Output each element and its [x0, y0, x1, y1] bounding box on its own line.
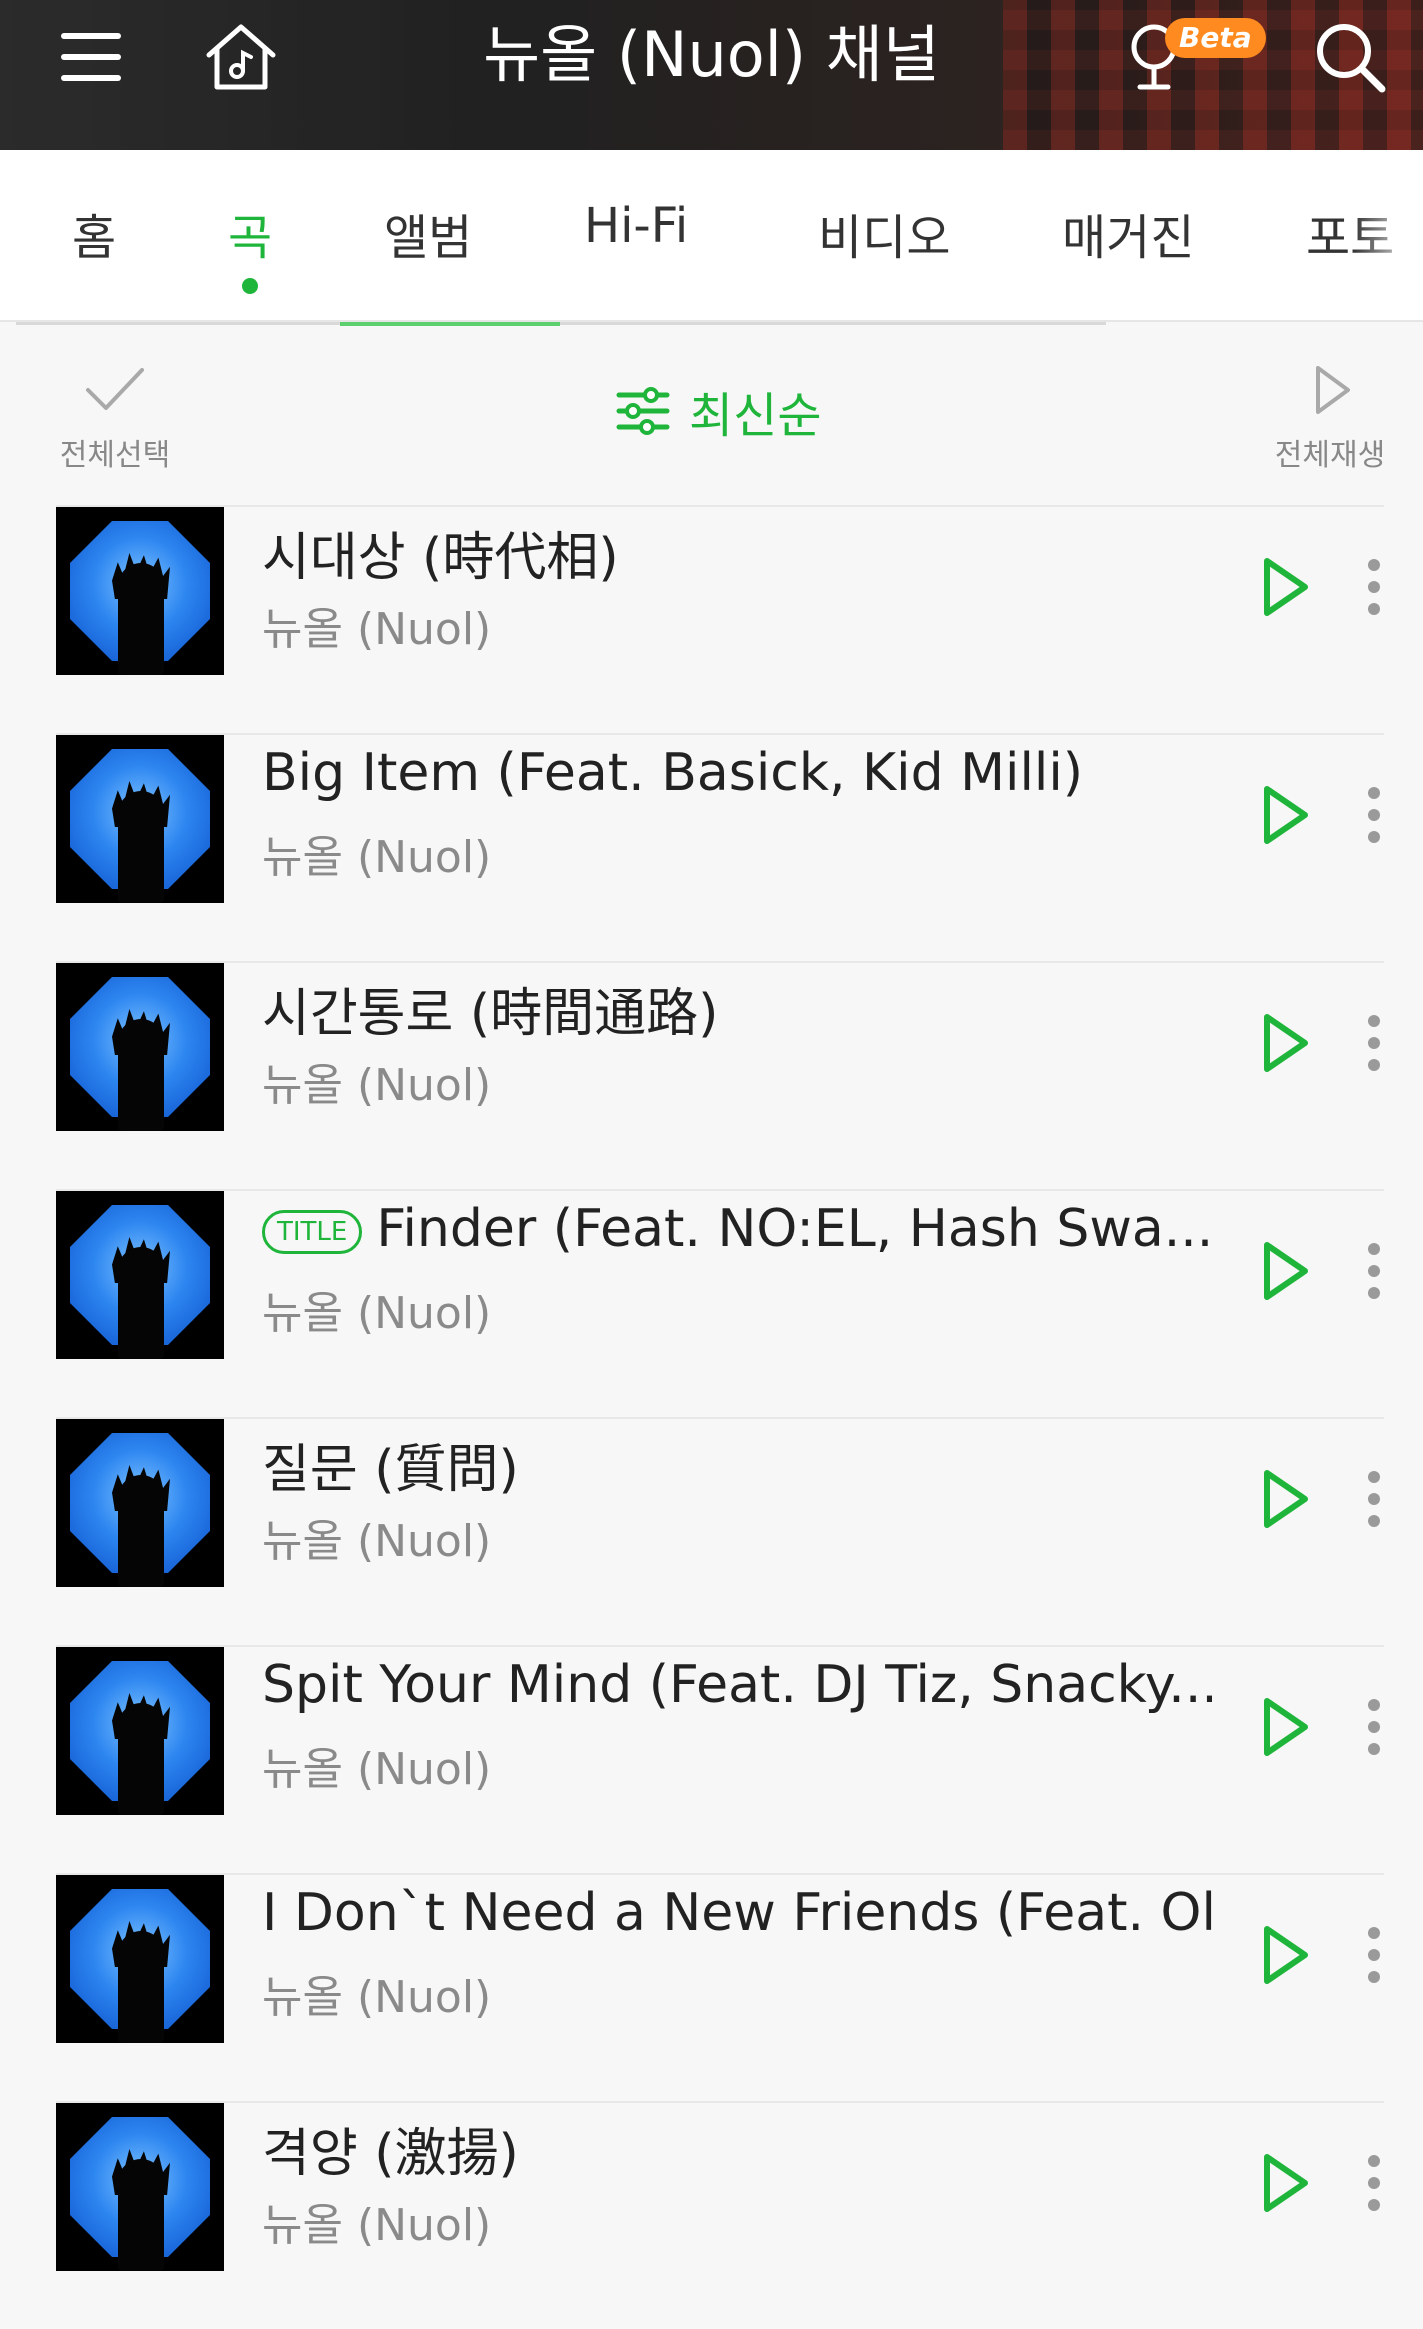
song-artist[interactable]: 뉴올 (Nuol)	[262, 1733, 491, 1797]
song-title[interactable]: Big Item (Feat. Basick, Kid Milli)	[262, 743, 1212, 803]
play-outline-icon	[1316, 366, 1350, 414]
song-row-6[interactable]: Spit Your Mind (Feat. DJ Tiz, Snacky... …	[0, 1645, 1423, 1873]
tab-albums[interactable]: 앨범	[384, 198, 472, 268]
checkmark-icon	[86, 368, 144, 410]
sort-button[interactable]: 최신순	[615, 376, 821, 446]
more-options-icon[interactable]	[1364, 1697, 1384, 1757]
row-divider	[56, 505, 1384, 507]
row-divider	[56, 1189, 1384, 1191]
more-options-icon[interactable]	[1364, 2153, 1384, 2213]
play-all-label: 전체재생	[1274, 438, 1386, 473]
song-title[interactable]: 시대상 (時代相)	[262, 515, 1212, 590]
song-row-1[interactable]: 시대상 (時代相) 뉴올 (Nuol)	[0, 505, 1423, 733]
tab-videos[interactable]: 비디오	[818, 198, 950, 268]
song-title-text: Spit Your Mind (Feat. DJ Tiz, Snacky...	[262, 1655, 1212, 1715]
search-icon	[1317, 24, 1386, 93]
tab-songs[interactable]: 곡	[228, 198, 272, 268]
album-art[interactable]	[56, 1647, 224, 1815]
album-art[interactable]	[56, 1419, 224, 1587]
song-title[interactable]: 격양 (激揚)	[262, 2111, 1212, 2186]
more-options-icon[interactable]	[1364, 1925, 1384, 1985]
song-artist[interactable]: 뉴올 (Nuol)	[262, 1049, 491, 1113]
play-icon[interactable]	[1255, 1237, 1315, 1305]
album-art[interactable]	[56, 735, 224, 903]
tab-magazine[interactable]: 매거진	[1062, 198, 1194, 268]
song-title[interactable]: TITLE Finder (Feat. NO:EL, Hash Swa...	[262, 1199, 1212, 1259]
list-toolbar: 전체선택 최신순 전체재생	[0, 330, 1423, 500]
app-header: 뉴올 (Nuol) 채널 Beta	[0, 0, 1423, 150]
song-title-text: Big Item (Feat. Basick, Kid Milli)	[262, 743, 1084, 803]
song-artist[interactable]: 뉴올 (Nuol)	[262, 593, 491, 657]
song-title-text: 질문 (質問)	[262, 1440, 519, 1500]
tab-bar: 홈 곡 앨범 Hi-Fi 비디오 매거진 포토	[0, 150, 1423, 322]
search-button[interactable]	[1305, 12, 1395, 102]
song-row-8[interactable]: 격양 (激揚) 뉴올 (Nuol)	[0, 2101, 1423, 2329]
play-icon[interactable]	[1255, 1693, 1315, 1761]
song-title-text: 시간통로 (時間通路)	[262, 984, 719, 1044]
song-title[interactable]: 질문 (質問)	[262, 1427, 1212, 1502]
song-title-text: 시대상 (時代相)	[262, 528, 619, 588]
tab-home[interactable]: 홈	[72, 198, 116, 268]
title-badge: TITLE	[262, 1210, 363, 1254]
album-art[interactable]	[56, 1191, 224, 1359]
song-artist[interactable]: 뉴올 (Nuol)	[262, 2189, 491, 2253]
song-row-7[interactable]: I Don`t Need a New Friends (Feat. Ol... …	[0, 1873, 1423, 2101]
active-tab-indicator	[242, 278, 258, 294]
song-artist[interactable]: 뉴올 (Nuol)	[262, 1961, 491, 2025]
song-title[interactable]: Spit Your Mind (Feat. DJ Tiz, Snacky...	[262, 1655, 1212, 1715]
song-row-4[interactable]: TITLE Finder (Feat. NO:EL, Hash Swa... 뉴올…	[0, 1189, 1423, 1417]
song-title[interactable]: I Don`t Need a New Friends (Feat. Ol...	[262, 1883, 1212, 1943]
play-icon[interactable]	[1255, 1921, 1315, 1989]
album-art[interactable]	[56, 1875, 224, 2043]
play-icon[interactable]	[1255, 1465, 1315, 1533]
song-artist[interactable]: 뉴올 (Nuol)	[262, 821, 491, 885]
song-artist[interactable]: 뉴올 (Nuol)	[262, 1277, 491, 1341]
album-art[interactable]	[56, 2103, 224, 2271]
row-divider	[56, 2101, 1384, 2103]
song-artist[interactable]: 뉴올 (Nuol)	[262, 1505, 491, 1569]
song-row-5[interactable]: 질문 (質問) 뉴올 (Nuol)	[0, 1417, 1423, 1645]
select-all-button[interactable]: 전체선택	[40, 360, 190, 474]
filter-sliders-icon	[616, 387, 670, 435]
play-icon[interactable]	[1255, 781, 1315, 849]
more-options-icon[interactable]	[1364, 1469, 1384, 1529]
album-art[interactable]	[56, 963, 224, 1131]
play-icon[interactable]	[1255, 1009, 1315, 1077]
row-divider	[56, 961, 1384, 963]
more-options-icon[interactable]	[1364, 557, 1384, 617]
select-all-label: 전체선택	[59, 438, 171, 473]
song-title-text: I Don`t Need a New Friends (Feat. Ol...	[262, 1883, 1212, 1943]
play-icon[interactable]	[1255, 2149, 1315, 2217]
sort-label: 최신순	[689, 388, 822, 444]
tab-scroll-track	[16, 322, 1106, 325]
row-divider	[56, 1417, 1384, 1419]
row-divider	[56, 733, 1384, 735]
song-title-text: 격양 (激揚)	[262, 2124, 519, 2184]
play-icon[interactable]	[1255, 553, 1315, 621]
row-divider	[56, 1645, 1384, 1647]
more-options-icon[interactable]	[1364, 1013, 1384, 1073]
song-row-3[interactable]: 시간통로 (時間通路) 뉴올 (Nuol)	[0, 961, 1423, 1189]
song-title-text: Finder (Feat. NO:EL, Hash Swa...	[376, 1199, 1212, 1259]
song-row-2[interactable]: Big Item (Feat. Basick, Kid Milli) 뉴올 (N…	[0, 733, 1423, 961]
song-title[interactable]: 시간통로 (時間通路)	[262, 971, 1212, 1046]
row-divider	[56, 1873, 1384, 1875]
play-all-button[interactable]: 전체재생	[1255, 360, 1405, 474]
tab-scroll-indicator	[340, 322, 560, 326]
more-options-icon[interactable]	[1364, 1241, 1384, 1301]
tab-hifi[interactable]: Hi-Fi	[584, 198, 688, 254]
beta-badge: Beta	[1165, 18, 1266, 58]
more-options-icon[interactable]	[1364, 785, 1384, 845]
album-art[interactable]	[56, 507, 224, 675]
